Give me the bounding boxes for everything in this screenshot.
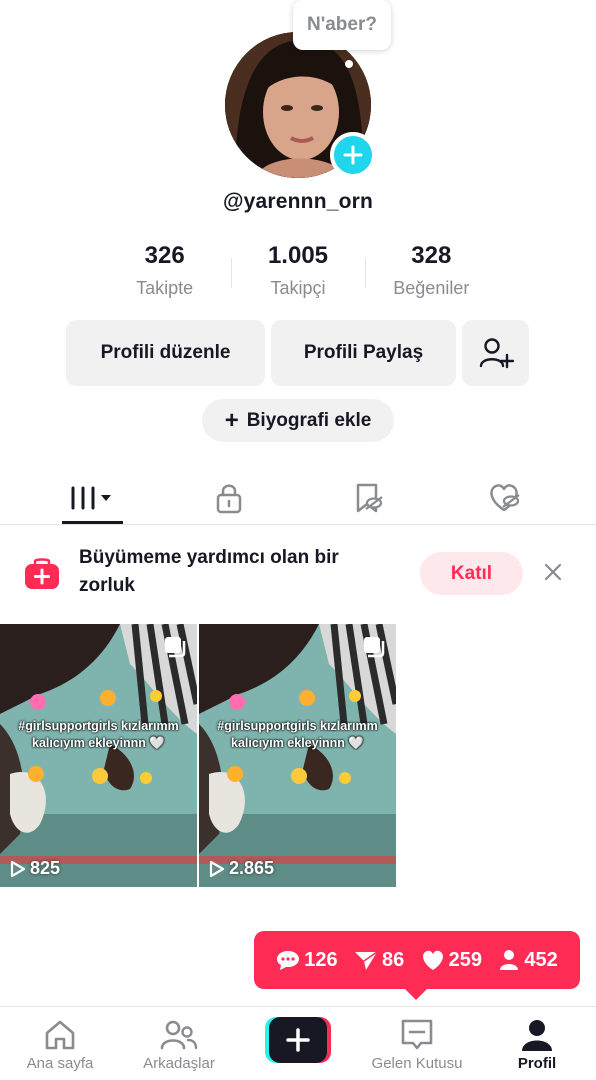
caption-line: kalıcıyım ekleyinnn 🤍 xyxy=(231,736,364,750)
username: @yarennn_orn xyxy=(222,190,374,213)
emoji-hearts xyxy=(229,694,245,710)
notif-comments-count: 126 xyxy=(304,948,338,971)
grid-icon xyxy=(71,486,111,509)
stat-followers[interactable]: 1.005 Takipçi xyxy=(231,242,364,304)
emoji-face xyxy=(339,772,351,784)
tab-videos[interactable] xyxy=(62,470,123,525)
view-count: 825 xyxy=(10,858,60,879)
multi-photo-icon xyxy=(364,637,385,658)
nav-label: Profil xyxy=(517,1055,557,1072)
notif-mentions: 86 xyxy=(354,949,404,972)
tab-saved[interactable] xyxy=(337,470,399,525)
stat-following[interactable]: 326 Takipte xyxy=(98,242,231,304)
heart-hidden-icon xyxy=(490,483,520,511)
create-button[interactable] xyxy=(265,1017,331,1063)
status-bubble[interactable]: N'aber? xyxy=(293,0,391,50)
view-count-value: 825 xyxy=(30,858,61,878)
emoji-face xyxy=(349,690,361,702)
challenge-banner[interactable]: Büyümeme yardımcı olan bir zorluk Katıl xyxy=(0,540,596,610)
play-icon xyxy=(10,860,26,877)
edit-profile-button[interactable]: Profili düzenle xyxy=(66,320,265,386)
emoji-heart-eyes xyxy=(100,690,116,706)
bottom-navigation: Ana sayfa Arkadaşlar Gelen Kutusu Profil xyxy=(0,1006,596,1080)
notif-likes: 259 xyxy=(421,949,482,972)
add-story-button[interactable] xyxy=(330,132,376,178)
stat-value: 328 xyxy=(411,242,452,269)
video-thumbnail[interactable]: #girlsupportgirls kızlarımm kalıcıyım ek… xyxy=(199,624,396,887)
create-plus-icon xyxy=(265,1017,331,1063)
join-challenge-button[interactable]: Katıl xyxy=(420,552,523,595)
profile-stats: 326 Takipte 1.005 Takipçi 328 Beğeniler xyxy=(98,242,498,304)
notif-comments: 126 xyxy=(276,948,338,972)
emoji-face xyxy=(150,690,162,702)
notif-mentions-count: 86 xyxy=(381,948,405,971)
nav-label: Gelen Kutusu xyxy=(371,1055,463,1072)
video-thumbnail[interactable]: #girlsupportgirls kızlarımm kalıcıyım ek… xyxy=(0,624,197,887)
heart-icon xyxy=(422,950,443,970)
nav-inbox[interactable]: Gelen Kutusu xyxy=(362,1007,472,1080)
view-count: 2.865 xyxy=(209,858,274,879)
nav-label: Arkadaşlar xyxy=(143,1055,215,1072)
stat-value: 326 xyxy=(144,242,185,269)
lock-icon xyxy=(216,484,242,513)
profile-avatar-container[interactable] xyxy=(225,32,376,178)
plus-icon xyxy=(343,145,363,165)
nav-home[interactable]: Ana sayfa xyxy=(18,1007,102,1080)
stat-label: Takipte xyxy=(136,278,194,298)
emoji-tongue xyxy=(291,768,307,784)
caption-line: #girlsupportgirls kızlarımm xyxy=(217,719,378,733)
emoji-tongue xyxy=(92,768,108,784)
profile-icon xyxy=(522,1020,552,1051)
activity-notification[interactable]: 126 86 259 452 xyxy=(254,931,580,989)
stat-value: 1.005 xyxy=(267,242,329,269)
tab-private[interactable] xyxy=(198,470,260,525)
add-friend-button[interactable] xyxy=(462,320,529,386)
video-thumbnail-image xyxy=(199,624,396,887)
add-user-icon xyxy=(479,338,514,369)
emoji-heart-eyes xyxy=(28,766,44,782)
challenge-text: Büyümeme yardımcı olan bir zorluk xyxy=(79,547,339,596)
bookmark-hidden-icon xyxy=(356,483,383,512)
play-icon xyxy=(209,860,225,877)
view-count-value: 2.865 xyxy=(229,858,275,878)
video-thumbnail-image xyxy=(0,624,197,887)
friends-icon xyxy=(160,1020,198,1050)
close-icon[interactable] xyxy=(539,558,567,586)
home-icon xyxy=(45,1020,75,1050)
active-tab-indicator xyxy=(62,521,123,524)
nav-friends[interactable]: Arkadaşlar xyxy=(134,1007,224,1080)
share-profile-button[interactable]: Profili Paylaş xyxy=(271,320,456,386)
notif-likes-count: 259 xyxy=(448,948,483,971)
video-caption: #girlsupportgirls kızlarımm kalıcıyım ek… xyxy=(0,718,197,752)
stat-label: Beğeniler xyxy=(393,278,470,298)
plus-icon: + xyxy=(224,406,239,434)
add-bio-label: Biyografi ekle xyxy=(246,409,372,431)
send-icon xyxy=(354,951,378,970)
inbox-icon xyxy=(401,1019,433,1050)
nav-label: Ana sayfa xyxy=(26,1055,94,1072)
emoji-heart-eyes xyxy=(299,690,315,706)
notif-followers-count: 452 xyxy=(524,948,558,971)
video-caption: #girlsupportgirls kızlarımm kalıcıyım ek… xyxy=(199,718,396,752)
person-icon xyxy=(500,950,519,970)
emoji-heart-eyes xyxy=(227,766,243,782)
stat-label: Takipçi xyxy=(270,278,326,298)
emoji-face xyxy=(140,772,152,784)
profile-tabs xyxy=(0,470,596,525)
bubble-tail-dot xyxy=(345,60,353,68)
multi-photo-icon xyxy=(165,637,186,658)
comment-icon xyxy=(277,951,300,970)
add-bio-button[interactable]: + Biyografi ekle xyxy=(202,399,394,442)
notif-followers: 452 xyxy=(498,948,558,972)
tab-liked[interactable] xyxy=(474,470,536,525)
caption-line: #girlsupportgirls kızlarımm xyxy=(18,719,179,733)
notification-tail xyxy=(404,988,428,1000)
emoji-hearts xyxy=(30,694,46,710)
caption-line: kalıcıyım ekleyinnn 🤍 xyxy=(32,736,165,750)
challenge-plus-icon xyxy=(25,558,59,589)
stat-likes[interactable]: 328 Beğeniler xyxy=(364,242,498,304)
nav-profile[interactable]: Profil xyxy=(504,1007,570,1080)
